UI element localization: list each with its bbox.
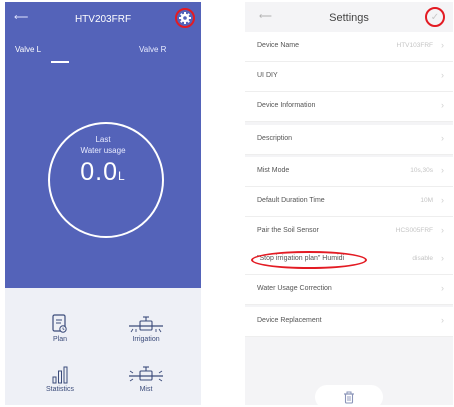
- setting-row-ui-diy[interactable]: UI DIY ›: [245, 62, 453, 92]
- nav-item-statistics[interactable]: Statistics: [25, 360, 95, 393]
- device-home-screen: ⟵ HTV203FRF Valve L Valve R Last Water u…: [5, 2, 201, 405]
- plan-icon: [52, 314, 67, 333]
- setting-value: HCS005FRF: [395, 227, 433, 234]
- setting-row-default-duration[interactable]: Default Duration Time 10M ›: [245, 187, 453, 217]
- chevron-right-icon: ›: [441, 315, 444, 325]
- delete-device-button[interactable]: [315, 385, 383, 405]
- nav-label-irrigation: Irrigation: [132, 336, 160, 343]
- nav-item-mist[interactable]: Mist: [111, 360, 181, 393]
- water-usage-value: 0.0L: [5, 158, 201, 187]
- mist-icon: [129, 366, 163, 382]
- setting-label: Default Duration Time: [257, 197, 325, 204]
- nav-label-statistics: Statistics: [45, 386, 74, 393]
- setting-label: Device Replacement: [257, 317, 322, 324]
- setting-label: UI DIY: [257, 72, 278, 79]
- chevron-right-icon: ›: [441, 225, 444, 235]
- gear-icon: [179, 12, 191, 24]
- setting-row-device-replacement[interactable]: Device Replacement ›: [245, 307, 453, 337]
- gauge-label-line2: Water usage: [80, 146, 126, 155]
- confirm-button[interactable]: ✓: [425, 7, 445, 27]
- setting-label: Pair the Soil Sensor: [257, 227, 319, 234]
- nav-item-plan[interactable]: Plan: [25, 310, 95, 343]
- setting-label: Mist Mode: [257, 167, 290, 174]
- setting-value: HTV103FRF: [396, 42, 433, 49]
- setting-value: 10s,30s: [410, 167, 433, 174]
- settings-title: Settings: [329, 12, 369, 24]
- trash-icon: [344, 391, 354, 404]
- setting-label: Water Usage Correction: [257, 285, 332, 292]
- chevron-right-icon: ›: [441, 195, 444, 205]
- chevron-right-icon: ›: [441, 100, 444, 110]
- active-tab-indicator: [51, 61, 69, 63]
- setting-label: Device Name: [257, 42, 300, 49]
- setting-row-device-information[interactable]: Device Information ›: [245, 92, 453, 122]
- usage-number: 0.0: [80, 158, 119, 186]
- nav-label-plan: Plan: [52, 336, 67, 343]
- setting-label: Description: [257, 135, 293, 142]
- bottom-nav-panel: Plan Irrigation Statistics Mist: [5, 288, 201, 405]
- settings-button[interactable]: [175, 8, 195, 28]
- setting-row-water-usage-correction[interactable]: Water Usage Correction ›: [245, 275, 453, 305]
- highlight-annotation-oval: [251, 251, 367, 269]
- usage-unit: L: [118, 169, 126, 183]
- chevron-right-icon: ›: [441, 283, 444, 293]
- tab-valve-l[interactable]: Valve L: [15, 45, 41, 54]
- setting-row-description[interactable]: Description ›: [245, 125, 453, 155]
- chevron-right-icon: ›: [441, 253, 444, 263]
- nav-label-mist: Mist: [139, 386, 153, 393]
- nav-item-irrigation[interactable]: Irrigation: [111, 310, 181, 343]
- chevron-right-icon: ›: [441, 133, 444, 143]
- settings-screen: ⟵ Settings ✓ Device Name HTV103FRF › UI …: [245, 2, 453, 405]
- water-usage-label: Last Water usage: [5, 134, 201, 156]
- check-icon: ✓: [430, 11, 440, 23]
- gauge-label-line1: Last: [95, 135, 111, 144]
- setting-label: Device Information: [257, 102, 316, 109]
- chevron-right-icon: ›: [441, 70, 444, 80]
- setting-row-soil-sensor[interactable]: Pair the Soil Sensor HCS005FRF ›: [245, 217, 453, 247]
- device-title: HTV203FRF: [74, 14, 132, 25]
- setting-value: disable: [412, 255, 433, 262]
- setting-value: 10M: [420, 197, 433, 204]
- irrigation-icon: [129, 316, 163, 333]
- setting-row-mist-mode[interactable]: Mist Mode 10s,30s ›: [245, 157, 453, 187]
- chevron-right-icon: ›: [441, 40, 444, 50]
- setting-row-device-name[interactable]: Device Name HTV103FRF ›: [245, 32, 453, 62]
- chevron-right-icon: ›: [441, 165, 444, 175]
- statistics-icon: [52, 366, 68, 384]
- tab-valve-r[interactable]: Valve R: [139, 45, 166, 54]
